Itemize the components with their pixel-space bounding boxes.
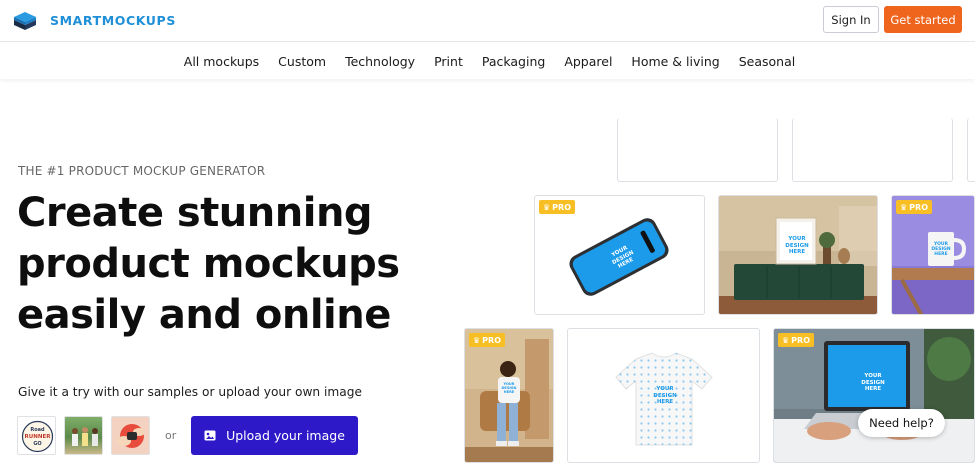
need-help-button[interactable]: Need help? — [858, 409, 945, 437]
design-placeholder-text: YOUR DESIGN HERE — [785, 236, 809, 255]
mockup-card-top-3[interactable] — [967, 118, 975, 182]
nav-custom[interactable]: Custom — [278, 54, 326, 69]
svg-text:Road: Road — [30, 427, 45, 433]
category-nav: All mockups Custom Technology Print Pack… — [0, 43, 975, 79]
crown-icon: ♛ — [900, 202, 908, 212]
mockup-card-phone[interactable]: ♛ PRO YOUR DESIGN HERE — [534, 195, 705, 315]
hero-eyebrow: THE #1 PRODUCT MOCKUP GENERATOR — [18, 164, 266, 178]
sample-photo-people-thumbnail[interactable] — [64, 416, 103, 455]
brand-logo[interactable]: SMARTMOCKUPS — [12, 9, 176, 31]
people-photo — [72, 427, 98, 446]
nav-all-mockups[interactable]: All mockups — [184, 54, 259, 69]
design-placeholder-text: YOUR DESIGN HERE — [931, 242, 951, 257]
hero-headline: Create stunning product mockups easily a… — [17, 188, 437, 341]
headline-line-2: product mockups — [17, 241, 400, 287]
pro-badge: ♛ PRO — [778, 333, 814, 347]
svg-text:GO: GO — [33, 441, 41, 447]
nav-print[interactable]: Print — [434, 54, 463, 69]
crown-icon: ♛ — [782, 335, 790, 345]
top-header: SMARTMOCKUPS Sign In Get started — [0, 0, 975, 42]
mockup-card-top-1[interactable] — [617, 118, 778, 182]
pro-badge: ♛ PRO — [896, 200, 932, 214]
pro-badge: ♛ PRO — [539, 200, 575, 214]
sample-images: Road RUNNER GO — [17, 416, 150, 455]
crown-icon: ♛ — [543, 202, 551, 212]
laptop-mockup-image — [774, 329, 974, 462]
headline-line-1: Create stunning — [17, 190, 373, 236]
mockup-card-tshirt[interactable]: YOUR DESIGN HERE — [567, 328, 760, 463]
road-runner-logo: Road RUNNER GO — [21, 420, 54, 453]
brand-name: SMARTMOCKUPS — [50, 12, 176, 28]
frame-room-image — [719, 196, 877, 314]
upload-image-label: Upload your image — [226, 428, 345, 443]
hands-photo — [117, 424, 145, 448]
nav-packaging[interactable]: Packaging — [482, 54, 545, 69]
sample-photo-hands-thumbnail[interactable] — [111, 416, 150, 455]
mockup-card-laptop[interactable]: ♛ PRO YOUR DESIGN HERE — [773, 328, 975, 463]
svg-text:RUNNER: RUNNER — [25, 434, 52, 440]
logo-cube-icon — [14, 12, 36, 30]
nav-home-living[interactable]: Home & living — [631, 54, 719, 69]
image-upload-icon — [204, 430, 216, 441]
sign-in-button[interactable]: Sign In — [823, 6, 879, 33]
headline-line-3: easily and online — [17, 292, 391, 338]
pro-badge: ♛ PRO — [469, 333, 505, 347]
mockup-card-top-2[interactable] — [792, 118, 953, 182]
get-started-button[interactable]: Get started — [884, 6, 962, 33]
design-placeholder-text: YOUR DESIGN HERE — [501, 382, 517, 394]
mockup-card-mug[interactable]: ♛ PRO YOUR DESIGN HERE — [891, 195, 975, 315]
or-separator: or — [165, 429, 177, 442]
person-tshirt-image — [465, 329, 553, 462]
mockup-card-frame[interactable]: YOUR DESIGN HERE — [718, 195, 878, 315]
design-placeholder-text: YOUR DESIGN HERE — [653, 386, 677, 405]
upload-image-button[interactable]: Upload your image — [191, 416, 358, 455]
mockup-card-person[interactable]: ♛ PRO YOUR DESIGN HERE — [464, 328, 554, 463]
crown-icon: ♛ — [473, 335, 481, 345]
nav-seasonal[interactable]: Seasonal — [739, 54, 796, 69]
try-samples-text: Give it a try with our samples or upload… — [18, 385, 362, 399]
sample-logo-thumbnail[interactable]: Road RUNNER GO — [17, 416, 56, 455]
design-placeholder-text: YOUR DESIGN HERE — [861, 373, 885, 392]
nav-apparel[interactable]: Apparel — [564, 54, 612, 69]
nav-technology[interactable]: Technology — [345, 54, 415, 69]
